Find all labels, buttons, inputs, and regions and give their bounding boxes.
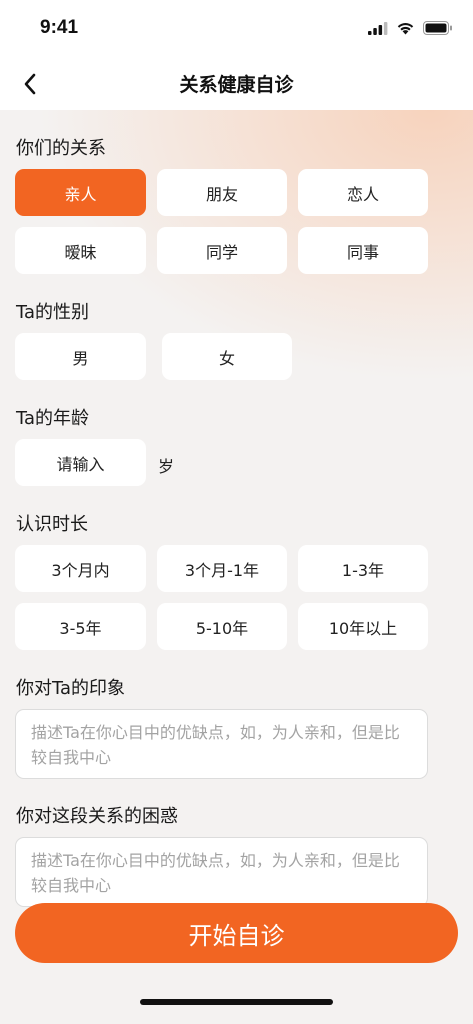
duration-title: 认识时长 xyxy=(16,514,88,535)
start-diagnosis-button[interactable]: 开始自诊 xyxy=(15,903,458,963)
gender-title: Ta的性别 xyxy=(16,302,90,323)
duration-option-1-3-years[interactable]: 1-3年 xyxy=(298,545,428,592)
age-input[interactable]: 请输入 xyxy=(15,439,146,486)
impression-textarea[interactable]: 描述Ta在你心目中的优缺点，如，为人亲和，但是比较自我中心 xyxy=(15,709,428,779)
duration-option-under-3-months[interactable]: 3个月内 xyxy=(15,545,146,592)
relation-option-colleague[interactable]: 同事 xyxy=(298,227,428,274)
wifi-icon xyxy=(397,23,414,35)
duration-option-3-5-years[interactable]: 3-5年 xyxy=(15,603,146,650)
status-icons xyxy=(368,20,453,36)
duration-option-over-10-years[interactable]: 10年以上 xyxy=(298,603,428,650)
relation-option-ambiguous[interactable]: 暧昧 xyxy=(15,227,146,274)
age-title: Ta的年龄 xyxy=(16,408,90,429)
relation-option-family[interactable]: 亲人 xyxy=(15,169,146,216)
page-title: 关系健康自诊 xyxy=(179,74,294,96)
confusion-textarea[interactable]: 描述Ta在你心目中的优缺点，如，为人亲和，但是比较自我中心 xyxy=(15,837,428,907)
relation-option-lover[interactable]: 恋人 xyxy=(298,169,428,216)
gender-option-female[interactable]: 女 xyxy=(162,333,292,380)
relation-option-classmate[interactable]: 同学 xyxy=(157,227,287,274)
gender-option-male[interactable]: 男 xyxy=(15,333,146,380)
confusion-title: 你对这段关系的困惑 xyxy=(16,806,178,827)
duration-option-5-10-years[interactable]: 5-10年 xyxy=(157,603,287,650)
impression-title: 你对Ta的印象 xyxy=(16,678,126,699)
status-time: 9:41 xyxy=(40,17,79,38)
duration-option-3-months-1-year[interactable]: 3个月-1年 xyxy=(157,545,287,592)
battery-icon xyxy=(423,21,452,35)
relation-title: 你们的关系 xyxy=(16,138,106,159)
relation-option-friend[interactable]: 朋友 xyxy=(157,169,287,216)
home-indicator xyxy=(140,999,333,1005)
age-unit: 岁 xyxy=(158,457,175,476)
cellular-signal-icon xyxy=(368,21,388,35)
nav-bar: 关系健康自诊 xyxy=(0,58,473,110)
status-bar: 9:41 xyxy=(0,0,473,58)
